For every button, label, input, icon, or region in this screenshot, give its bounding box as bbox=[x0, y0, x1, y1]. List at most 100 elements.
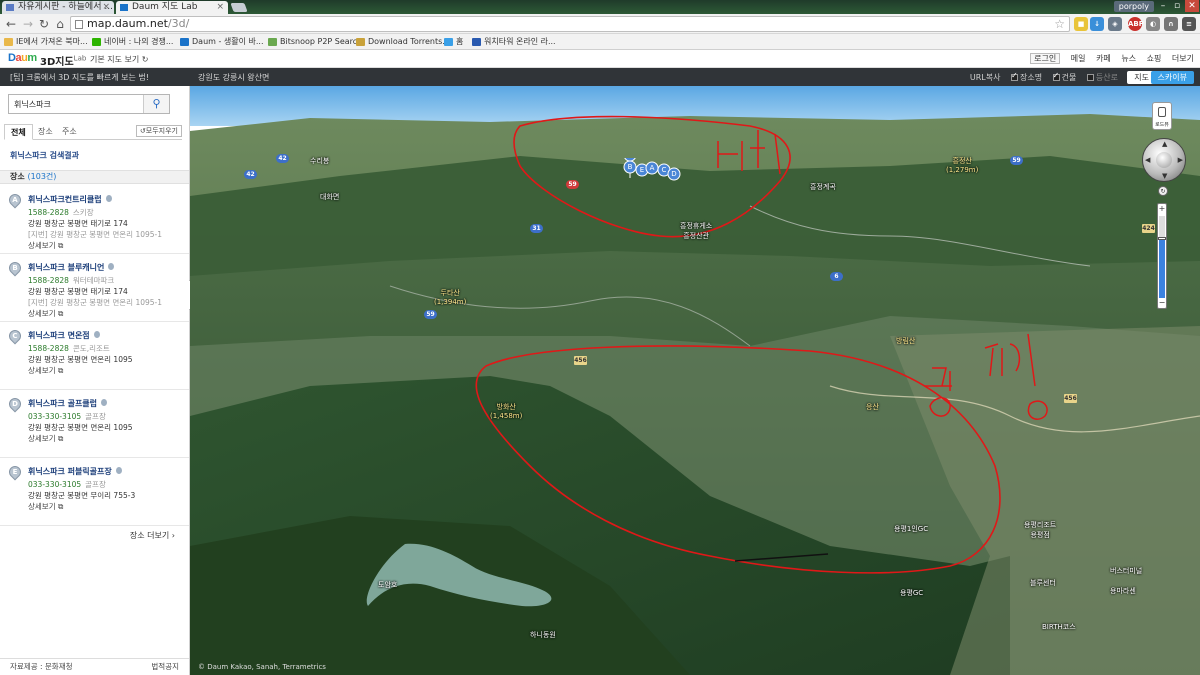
arrow-up-icon[interactable]: ▲ bbox=[1162, 140, 1167, 148]
profile-chip[interactable]: porpoly bbox=[1113, 1, 1154, 12]
bookmark-star-icon[interactable]: ☆ bbox=[1054, 17, 1065, 31]
header-link-shopping[interactable]: 쇼핑 bbox=[1147, 54, 1162, 63]
tab-address[interactable]: 주소 bbox=[56, 124, 83, 140]
map-place-label[interactable]: 용마라센 bbox=[1110, 586, 1136, 596]
map-place-label[interactable]: 버스터미널 bbox=[1110, 566, 1142, 576]
location-icon[interactable] bbox=[93, 331, 100, 338]
roadview-button[interactable]: 로드뷰 bbox=[1152, 102, 1172, 130]
map-place-label[interactable]: 흥정휴게소 흥정산관 bbox=[680, 221, 712, 241]
checkbox-icon[interactable] bbox=[1010, 71, 1018, 81]
3d-skyview-map[interactable]: 수리봉 대화면 흥정산 (1,279m) 흥정계곡 흥정휴게소 흥정산관 두타산… bbox=[190, 86, 1200, 675]
place-result-item[interactable]: A 휘닉스파크컨트리클럽 1588-2828 스키장 강원 평창군 봉평면 태기로 17… bbox=[0, 186, 189, 254]
header-link-cafe[interactable]: 카페 bbox=[1096, 54, 1111, 63]
download-icon[interactable]: ↓ bbox=[1090, 17, 1104, 31]
place-result-item[interactable]: B 휘닉스파크 블루캐니언 1588-2828 워터테마파크 강원 평창군 봉평면 태기… bbox=[0, 254, 189, 322]
detail-link[interactable]: 상세보기 ⧉ bbox=[28, 240, 63, 251]
header-link-news[interactable]: 뉴스 bbox=[1121, 54, 1136, 63]
result-markers[interactable]: BEACD bbox=[622, 158, 692, 188]
zoom-track[interactable] bbox=[1158, 216, 1166, 298]
tab-close-icon[interactable]: × bbox=[102, 1, 110, 14]
browser-tab-active[interactable]: Daum 지도 Lab × bbox=[116, 1, 228, 14]
location-icon[interactable] bbox=[101, 399, 108, 406]
place-name[interactable]: 휘닉스파크 블루캐니언 bbox=[28, 262, 115, 273]
checkbox-icon[interactable] bbox=[1086, 74, 1094, 81]
mountain-label[interactable]: 흥정산 (1,279m) bbox=[946, 156, 978, 174]
bookmark-item[interactable]: 워치타워 온라인 라... bbox=[472, 36, 556, 48]
place-result-item[interactable]: D 휘닉스파크 골프클럽 033-330-3105 골프장 강원 평창군 봉평면 면온리… bbox=[0, 390, 189, 458]
home-icon[interactable]: ⌂ bbox=[53, 17, 67, 31]
extension-icon[interactable]: ■ bbox=[1074, 17, 1088, 31]
service-title[interactable]: 3D지도Lab bbox=[40, 53, 86, 68]
bookmark-item[interactable]: Daum - 생활이 바... bbox=[180, 36, 264, 48]
place-name[interactable]: 휘닉스파크 퍼블릭골프장 bbox=[28, 466, 122, 477]
bookmark-item[interactable]: 네이버 : 나의 경쟁... bbox=[92, 36, 173, 48]
more-places-link[interactable]: 장소 더보기 › bbox=[130, 530, 175, 541]
map-place-label[interactable]: 수리봉 bbox=[310, 156, 329, 166]
login-button[interactable]: 로그인 bbox=[1030, 53, 1061, 64]
mountain-label[interactable]: 방화산 (1,458m) bbox=[490, 402, 522, 420]
map-place-label[interactable]: BIRTH코스 bbox=[1042, 622, 1076, 632]
arrow-right-icon[interactable]: ▶ bbox=[1178, 156, 1183, 164]
map-place-label[interactable]: 블루센터 bbox=[1030, 578, 1056, 588]
detail-link[interactable]: 상세보기 ⧉ bbox=[28, 365, 63, 376]
tilt-knob[interactable] bbox=[1156, 152, 1172, 168]
place-result-item[interactable]: E 휘닉스파크 퍼블릭골프장 033-330-3105 골프장 강원 평창군 봉평면 무… bbox=[0, 458, 189, 526]
option-buildings[interactable]: 건물 bbox=[1052, 71, 1076, 82]
headphones-icon[interactable]: ∩ bbox=[1164, 17, 1178, 31]
option-place-names[interactable]: 장소명 bbox=[1010, 71, 1042, 82]
clear-all-button[interactable]: ↺모두지우기 bbox=[135, 125, 182, 137]
forward-icon[interactable]: → bbox=[21, 17, 35, 31]
header-link-more[interactable]: 더보기 bbox=[1172, 54, 1194, 63]
zoom-thumb[interactable] bbox=[1158, 237, 1166, 240]
search-input[interactable] bbox=[9, 95, 143, 113]
detail-link[interactable]: 상세보기 ⧉ bbox=[28, 501, 63, 512]
url-copy-button[interactable]: URL복사 bbox=[970, 73, 1001, 82]
bookmark-item[interactable]: IE에서 가져온 북마... bbox=[4, 36, 88, 48]
detail-link[interactable]: 상세보기 ⧉ bbox=[28, 308, 63, 319]
map-place-label[interactable]: 용평리조트 용평점 bbox=[1024, 520, 1056, 540]
detail-link[interactable]: 상세보기 ⧉ bbox=[28, 433, 63, 444]
mountain-label[interactable]: 방림산 bbox=[896, 336, 915, 346]
map-place-label[interactable]: 도암호 bbox=[378, 580, 397, 590]
map-place-label[interactable]: 용평1인GC bbox=[894, 524, 928, 534]
option-trails[interactable]: 등산로 bbox=[1086, 73, 1118, 82]
maximize-icon[interactable]: ▫ bbox=[1170, 0, 1184, 12]
browser-tab[interactable]: 자유게시판 - 하늘에서 ... × bbox=[2, 1, 114, 14]
header-link-mail[interactable]: 메일 bbox=[1071, 54, 1086, 63]
shield-icon[interactable]: ◐ bbox=[1146, 17, 1160, 31]
mountain-label[interactable]: 응산 bbox=[866, 402, 879, 412]
location-icon[interactable] bbox=[108, 263, 115, 270]
back-icon[interactable]: ← bbox=[4, 17, 18, 31]
place-name[interactable]: 휘닉스파크 면온점 bbox=[28, 330, 100, 341]
mountain-label[interactable]: 두타산 (1,394m) bbox=[434, 288, 466, 306]
map-place-label[interactable]: 대화면 bbox=[320, 192, 339, 202]
place-name[interactable]: 휘닉스파크컨트리클럽 bbox=[28, 194, 112, 205]
zoom-control[interactable]: + − bbox=[1157, 203, 1167, 309]
extension-icon[interactable]: ◈ bbox=[1108, 17, 1122, 31]
daum-logo[interactable]: Daum bbox=[8, 52, 37, 64]
map-place-label[interactable]: 하니동원 bbox=[530, 630, 556, 640]
tab-all[interactable]: 전체 bbox=[4, 124, 33, 140]
minimize-icon[interactable]: – bbox=[1156, 0, 1170, 12]
close-window-icon[interactable]: ✕ bbox=[1185, 0, 1199, 12]
basic-map-link[interactable]: 기본 지도 보기 ↻ bbox=[90, 54, 149, 65]
adblock-icon[interactable]: ABP bbox=[1128, 17, 1144, 31]
skyview-mode-button[interactable]: 스카이뷰 bbox=[1150, 71, 1194, 84]
tab-places[interactable]: 장소 bbox=[32, 124, 59, 140]
checkbox-icon[interactable] bbox=[1052, 71, 1060, 81]
bookmark-item[interactable]: Bitsnoop P2P Searc... bbox=[268, 36, 365, 48]
arrow-down-icon[interactable]: ▼ bbox=[1162, 172, 1167, 180]
place-name[interactable]: 휘닉스파크 골프클럽 bbox=[28, 398, 108, 409]
zoom-in-icon[interactable]: + bbox=[1158, 204, 1166, 214]
search-icon[interactable]: ⚲ bbox=[143, 95, 169, 113]
location-icon[interactable] bbox=[115, 467, 122, 474]
address-bar[interactable]: map.daum.net/3d/ ☆ bbox=[70, 16, 1070, 32]
tip-link[interactable]: [팁] 크롬에서 3D 지도를 빠르게 보는 법! bbox=[10, 72, 149, 83]
tab-close-icon[interactable]: × bbox=[216, 1, 224, 14]
menu-icon[interactable]: ≡ bbox=[1182, 17, 1196, 31]
new-tab-button[interactable] bbox=[230, 3, 248, 12]
place-result-item[interactable]: C 휘닉스파크 면온점 1588-2828 콘도,리조트 강원 평창군 봉평면 면온리 … bbox=[0, 322, 189, 390]
bookmark-item[interactable]: 홈 bbox=[444, 36, 463, 48]
compass-control[interactable]: ▲ ▼ ◀ ▶ bbox=[1142, 138, 1186, 182]
reload-icon[interactable]: ↻ bbox=[37, 17, 51, 31]
